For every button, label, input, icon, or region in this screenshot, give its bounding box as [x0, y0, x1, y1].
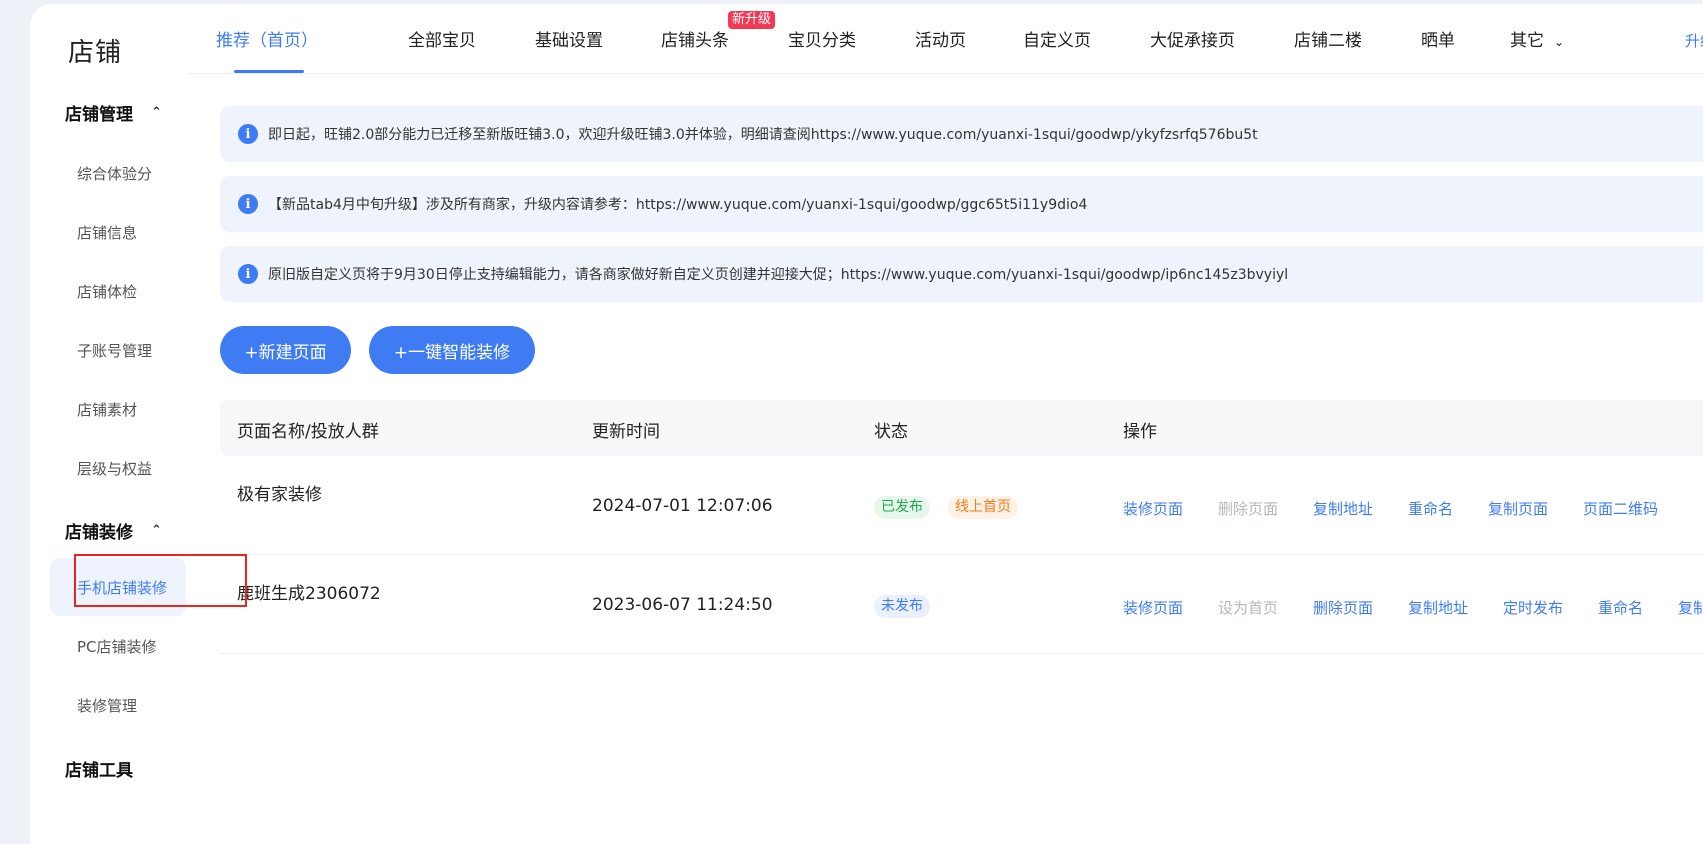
column-header-status: 状态 — [874, 422, 908, 442]
new-page-button[interactable]: +新建页面 — [220, 326, 351, 374]
chevron-down-icon: ⌄ — [1554, 35, 1565, 49]
info-icon: i — [238, 194, 258, 214]
column-header-name: 页面名称/投放人群 — [237, 422, 379, 442]
sidebar-item-shop-info[interactable]: 店铺信息 — [50, 203, 186, 261]
tab-basic-settings[interactable]: 基础设置 — [535, 26, 603, 51]
chevron-up-icon: ⌃ — [151, 105, 162, 120]
rename-link[interactable]: 重命名 — [1598, 597, 1643, 618]
delete-page-link[interactable]: 删除页面 — [1218, 498, 1278, 519]
main-card: 店铺 店铺管理 ⌃ 综合体验分 店铺信息 店铺体检 子账号管理 店铺素材 层级与… — [30, 4, 1703, 844]
smart-decorate-button[interactable]: +一键智能装修 — [369, 326, 535, 374]
notice-text: 【新品tab4月中旬升级】涉及所有商家，升级内容请参考：https://www.… — [268, 197, 1088, 213]
top-tabs: 推荐（首页） 全部宝贝 基础设置 新升级 店铺头条 宝贝分类 活动页 自定义页 … — [188, 4, 1703, 74]
info-icon: i — [238, 264, 258, 284]
table-row: 鹿班生成2306072 2023-06-07 11:24:50 未发布 装修页面… — [220, 555, 1703, 654]
tab-home[interactable]: 推荐（首页） — [216, 26, 318, 51]
sidebar-item-mobile-decoration[interactable]: 手机店铺装修 — [50, 558, 186, 616]
decorate-page-link[interactable]: 装修页面 — [1123, 498, 1183, 519]
page-name: 极有家装修 — [237, 485, 322, 505]
sidebar-item-shop-checkup[interactable]: 店铺体检 — [50, 262, 186, 320]
delete-page-link[interactable]: 删除页面 — [1313, 597, 1373, 618]
update-time: 2023-06-07 11:24:50 — [592, 595, 773, 615]
tab-all-items[interactable]: 全部宝贝 — [408, 26, 476, 51]
tab-activity-pages[interactable]: 活动页 — [915, 26, 966, 51]
sidebar-group-label: 店铺装修 — [65, 523, 133, 543]
copy-url-link[interactable]: 复制地址 — [1313, 498, 1373, 519]
sidebar-item-pc-decoration[interactable]: PC店铺装修 — [50, 617, 186, 675]
brand-title: 店铺 — [68, 38, 123, 68]
tab-reviews-showcase[interactable]: 晒单 — [1421, 26, 1455, 51]
decorate-page-link[interactable]: 装修页面 — [1123, 597, 1183, 618]
notice-text: 即日起，旺铺2.0部分能力已迁移至新版旺铺3.0，欢迎升级旺铺3.0并体验，明细… — [268, 127, 1258, 143]
page-qrcode-link[interactable]: 页面二维码 — [1583, 498, 1658, 519]
sidebar-item-levels-benefits[interactable]: 层级与权益 — [50, 439, 186, 497]
rename-link[interactable]: 重命名 — [1408, 498, 1453, 519]
table-header: 页面名称/投放人群 更新时间 状态 操作 — [220, 400, 1703, 456]
tab-item-categories[interactable]: 宝贝分类 — [788, 26, 856, 51]
status-badge: 未发布 — [874, 595, 930, 618]
notice-text: 原旧版自定义页将于9月30日停止支持编辑能力，请各商家做好新自定义页创建并迎接大… — [268, 267, 1289, 283]
sidebar-group-shop-management[interactable]: 店铺管理 ⌃ — [65, 100, 162, 125]
copy-url-link[interactable]: 复制地址 — [1408, 597, 1468, 618]
notice-banner: i 即日起，旺铺2.0部分能力已迁移至新版旺铺3.0，欢迎升级旺铺3.0并体验，… — [220, 106, 1703, 162]
active-tab-indicator — [234, 70, 304, 73]
tab-other[interactable]: 其它 ⌄ — [1510, 26, 1564, 51]
notice-banner: i 原旧版自定义页将于9月30日停止支持编辑能力，请各商家做好新自定义页创建并迎… — [220, 246, 1703, 302]
sidebar-item-subaccounts[interactable]: 子账号管理 — [50, 321, 186, 379]
column-header-time: 更新时间 — [592, 422, 660, 442]
tab-shop-headlines[interactable]: 店铺头条 — [661, 26, 729, 51]
sidebar-item-experience-score[interactable]: 综合体验分 — [50, 144, 186, 202]
sidebar-item-shop-assets[interactable]: 店铺素材 — [50, 380, 186, 438]
upgrade-link[interactable]: 升级新 — [1685, 30, 1703, 51]
tab-shop-second-floor[interactable]: 店铺二楼 — [1294, 26, 1362, 51]
notice-banner: i 【新品tab4月中旬升级】涉及所有商家，升级内容请参考：https://ww… — [220, 176, 1703, 232]
info-icon: i — [238, 124, 258, 144]
column-header-actions: 操作 — [1123, 422, 1157, 442]
status-badge: 已发布 — [874, 496, 930, 519]
tab-promotion-pages[interactable]: 大促承接页 — [1150, 26, 1235, 51]
copy-page-link[interactable]: 复制页面 — [1488, 498, 1548, 519]
tab-other-label: 其它 — [1510, 31, 1544, 51]
sidebar-group-shop-decoration[interactable]: 店铺装修 ⌃ — [65, 518, 162, 543]
homepage-badge: 线上首页 — [948, 496, 1018, 519]
chevron-up-icon: ⌃ — [151, 523, 162, 538]
sidebar-group-label: 店铺管理 — [65, 105, 133, 125]
sidebar-item-decoration-management[interactable]: 装修管理 — [50, 676, 186, 734]
table-row: 极有家装修 2024-07-01 12:07:06 已发布 线上首页 装修页面 … — [220, 456, 1703, 555]
new-upgrade-badge: 新升级 — [728, 11, 776, 29]
scheduled-publish-link[interactable]: 定时发布 — [1503, 597, 1563, 618]
sidebar-group-shop-tools[interactable]: 店铺工具 — [65, 756, 133, 781]
sidebar-group-label: 店铺工具 — [65, 761, 133, 781]
page-name: 鹿班生成2306072 — [237, 584, 381, 604]
set-homepage-link[interactable]: 设为首页 — [1218, 597, 1278, 618]
sidebar: 店铺 店铺管理 ⌃ 综合体验分 店铺信息 店铺体检 子账号管理 店铺素材 层级与… — [30, 4, 190, 844]
tab-custom-pages[interactable]: 自定义页 — [1023, 26, 1091, 51]
update-time: 2024-07-01 12:07:06 — [592, 496, 773, 516]
copy-page-link[interactable]: 复制 — [1678, 597, 1703, 618]
